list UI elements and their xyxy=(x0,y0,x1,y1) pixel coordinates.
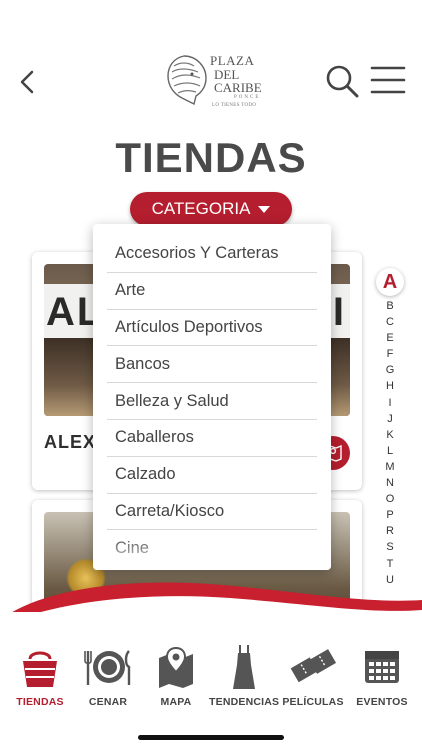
alphabet-letter[interactable]: C xyxy=(376,314,404,330)
dropdown-item[interactable]: Bancos xyxy=(107,346,317,384)
alphabet-letter[interactable]: G xyxy=(376,362,404,378)
movie-tickets-icon xyxy=(290,649,337,683)
nav-label: MAPA xyxy=(160,696,192,708)
plaza-del-caribe-logo: PLAZA DEL CARIBE PONCE LO TIENES TODO xyxy=(164,52,264,108)
nav-peliculas[interactable]: PELÍCULAS xyxy=(278,642,348,708)
dropdown-item[interactable]: Calzado xyxy=(107,457,317,494)
logo-text-caribe: CARIBE xyxy=(214,80,262,95)
dropdown-item[interactable]: Artículos Deportivos xyxy=(107,310,317,347)
nav-cenar[interactable]: CENAR xyxy=(73,642,143,708)
dropdown-item[interactable]: Accesorios Y Carteras xyxy=(107,236,317,273)
alphabet-letter[interactable]: E xyxy=(376,330,404,346)
nav-tendencias[interactable]: TENDENCIAS xyxy=(209,642,279,708)
map-pin-icon xyxy=(159,646,193,688)
category-button-label: CATEGORIA xyxy=(151,199,251,218)
dress-icon xyxy=(233,645,255,689)
alphabet-letter[interactable]: L xyxy=(376,443,404,459)
alphabet-letter[interactable]: O xyxy=(376,491,404,507)
nav-label: EVENTOS xyxy=(356,696,408,708)
logo-text-ponce: PONCE xyxy=(234,95,261,100)
shopping-basket-icon xyxy=(23,651,57,687)
logo-tagline: LO TIENES TODO xyxy=(212,103,257,108)
alphabet-letter[interactable]: K xyxy=(376,427,404,443)
back-chevron-icon[interactable] xyxy=(14,66,40,98)
nav-mapa[interactable]: MAPA xyxy=(141,642,211,708)
nav-eventos[interactable]: EVENTOS xyxy=(347,642,417,708)
calendar-icon xyxy=(365,651,399,683)
alphabet-letter[interactable]: M xyxy=(376,459,404,475)
store-name: ALEX xyxy=(44,432,97,452)
category-dropdown-button[interactable]: CATEGORIA xyxy=(130,192,292,226)
nav-label: TENDENCIAS xyxy=(209,696,280,708)
hamburger-menu-icon[interactable] xyxy=(370,64,406,96)
alphabet-letter[interactable]: F xyxy=(376,346,404,362)
dining-plate-icon xyxy=(84,650,131,685)
alphabet-letter[interactable]: R xyxy=(376,523,404,539)
alphabet-index[interactable]: A BCEFGHIJKLMNOPRSTU xyxy=(376,268,406,588)
logo-text-plaza: PLAZA xyxy=(210,53,255,68)
alphabet-letter[interactable]: H xyxy=(376,378,404,394)
category-dropdown-list[interactable]: Accesorios Y Carteras Arte Artículos Depor… xyxy=(93,224,331,570)
dropdown-item[interactable]: Belleza y Salud xyxy=(107,383,317,420)
alphabet-letter[interactable]: N xyxy=(376,475,404,491)
alphabet-letter[interactable]: J xyxy=(376,411,404,427)
nav-label: CENAR xyxy=(88,696,128,708)
dropdown-item[interactable]: Caballeros xyxy=(107,420,317,457)
nav-label: PELÍCULAS xyxy=(282,696,344,708)
header: PLAZA DEL CARIBE PONCE LO TIENES TODO xyxy=(0,0,422,130)
dropdown-fade xyxy=(93,534,331,570)
dropdown-item[interactable]: Arte xyxy=(107,273,317,310)
alphabet-letter[interactable]: P xyxy=(376,507,404,523)
alphabet-letter[interactable]: B xyxy=(376,298,404,314)
bottom-navigation: TIENDAS CENAR MAPA TENDENCIAS PELÍCULAS … xyxy=(0,612,422,750)
home-indicator[interactable] xyxy=(138,735,284,740)
lion-logo-icon xyxy=(167,55,207,106)
page-title: TIENDAS xyxy=(115,134,307,181)
nav-label: TIENDAS xyxy=(16,696,64,708)
dropdown-item[interactable]: Carreta/Kiosco xyxy=(107,494,317,531)
store-sign-right: I xyxy=(332,290,346,334)
alphabet-letter[interactable]: I xyxy=(376,395,404,411)
caret-down-icon xyxy=(258,205,271,213)
nav-tiendas[interactable]: TIENDAS xyxy=(5,642,75,708)
alphabet-letter-active[interactable]: A xyxy=(376,268,404,296)
alphabet-letter[interactable]: S xyxy=(376,539,404,555)
search-icon[interactable] xyxy=(325,64,359,98)
